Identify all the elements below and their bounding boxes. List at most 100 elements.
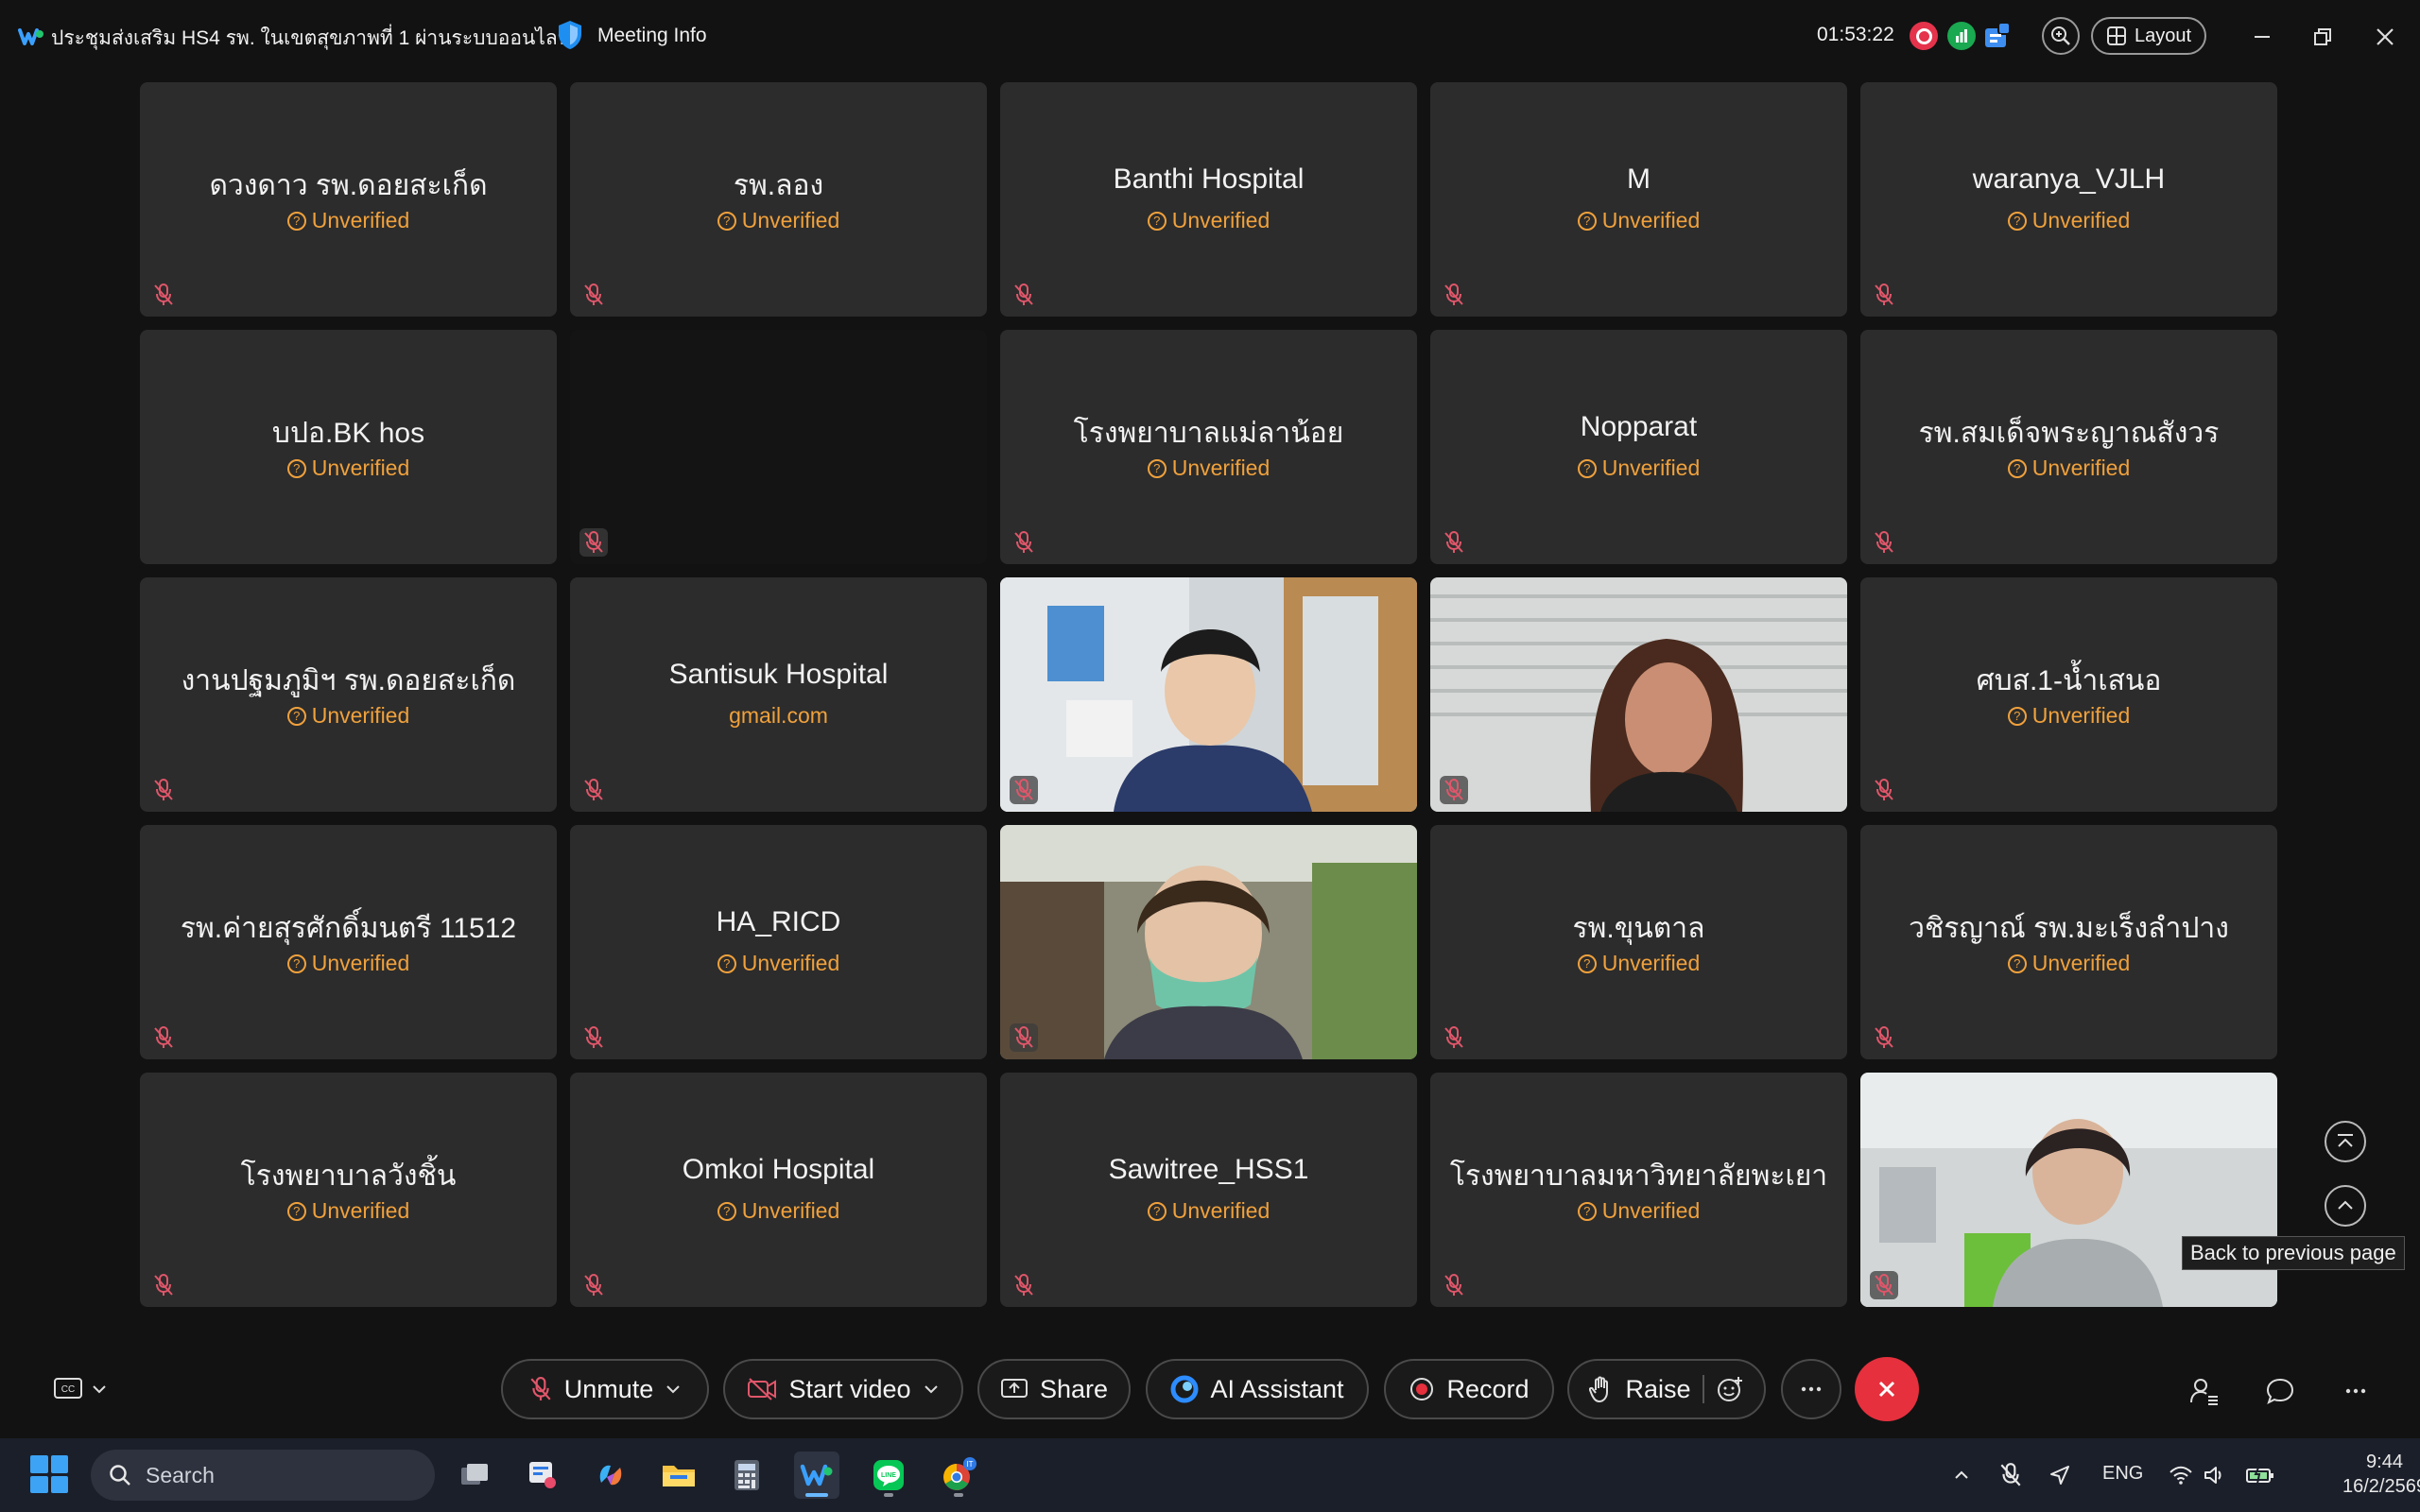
- network-health-icon[interactable]: [1947, 22, 1976, 50]
- participant-tile[interactable]: โรงพยาบาลแม่ลาน้อย ? Unverified: [1000, 330, 1417, 564]
- participant-tile[interactable]: Sawitree_HSS1 ? Unverified: [1000, 1073, 1417, 1307]
- ai-assistant-label: AI Assistant: [1210, 1374, 1344, 1403]
- unmute-button[interactable]: Unmute: [501, 1359, 709, 1419]
- divider: [1702, 1375, 1704, 1403]
- recording-indicator-icon[interactable]: [1910, 22, 1938, 50]
- question-icon: ?: [286, 458, 306, 478]
- participants-button[interactable]: [2187, 1374, 2221, 1408]
- ai-assistant-button[interactable]: AI Assistant: [1146, 1359, 1369, 1419]
- question-icon: ?: [286, 954, 306, 973]
- chat-button[interactable]: [2263, 1374, 2297, 1408]
- status-text: Unverified: [311, 1198, 410, 1223]
- zoom-icon[interactable]: [2042, 17, 2080, 55]
- chrome-icon[interactable]: IT: [936, 1452, 981, 1499]
- line-app-icon[interactable]: LINE: [866, 1452, 911, 1499]
- muted-mic-icon: [1870, 528, 1898, 557]
- layout-button[interactable]: Layout: [2091, 17, 2206, 55]
- share-button[interactable]: Share: [977, 1359, 1131, 1419]
- participant-tile[interactable]: วชิรญาณ์ รพ.มะเร็งลำปาง ? Unverified: [1860, 825, 2277, 1059]
- record-button[interactable]: Record: [1384, 1359, 1554, 1419]
- participant-video-tile[interactable]: [1430, 577, 1847, 812]
- participant-tile[interactable]: M ? Unverified: [1430, 82, 1847, 317]
- participant-status: ? Unverified: [570, 951, 987, 976]
- participant-tile[interactable]: waranya_VJLH ? Unverified: [1860, 82, 2277, 317]
- participant-name: รพ.สมเด็จพระญาณสังวร: [1918, 418, 2220, 449]
- running-indicator: [954, 1493, 963, 1497]
- question-icon: ?: [1147, 211, 1167, 231]
- more-panels-button[interactable]: [2339, 1374, 2373, 1408]
- status-text: Unverified: [2031, 951, 2131, 975]
- muted-mic-icon: [1010, 776, 1038, 804]
- captions-button[interactable]: CC: [53, 1372, 119, 1406]
- shield-icon[interactable]: [556, 19, 584, 51]
- previous-page-button[interactable]: [2325, 1185, 2366, 1227]
- participant-tile[interactable]: งานปฐมภูมิฯ รพ.ดอยสะเก็ด ? Unverified: [140, 577, 557, 812]
- layout-label: Layout: [2134, 25, 2192, 46]
- participant-tile[interactable]: Nopparat ? Unverified: [1430, 330, 1847, 564]
- participant-tile[interactable]: รพ.ขุนตาล ? Unverified: [1430, 825, 1847, 1059]
- share-screen-icon: [1000, 1379, 1028, 1398]
- muted-mic-icon: [1440, 776, 1468, 804]
- file-explorer-icon[interactable]: [656, 1452, 701, 1499]
- question-icon: ?: [1577, 211, 1597, 231]
- chevron-down-icon[interactable]: [665, 1381, 682, 1398]
- close-icon[interactable]: [2369, 21, 2401, 53]
- participant-tile[interactable]: โรงพยาบาลวังชิ้น ? Unverified: [140, 1073, 557, 1307]
- raise-hand-button[interactable]: Raise: [1567, 1359, 1766, 1419]
- clock[interactable]: 9:44 16/2/2569: [2342, 1450, 2420, 1499]
- participant-tile[interactable]: HA_RICD ? Unverified: [570, 825, 987, 1059]
- location-icon[interactable]: [2044, 1459, 2076, 1491]
- scroll-to-top-button[interactable]: [2325, 1121, 2366, 1162]
- volume-icon[interactable]: [2199, 1459, 2231, 1491]
- clock-time: 9:44: [2366, 1452, 2403, 1472]
- wifi-icon[interactable]: [2165, 1459, 2197, 1491]
- participant-video-tile[interactable]: [1000, 825, 1417, 1059]
- participant-tile-blank-video[interactable]: [570, 330, 987, 564]
- copilot-icon[interactable]: [588, 1452, 633, 1499]
- restore-icon[interactable]: [2307, 21, 2339, 53]
- participant-tile[interactable]: บปอ.BK hos ? Unverified: [140, 330, 557, 564]
- webex-taskbar-icon[interactable]: [794, 1452, 839, 1499]
- task-view-icon[interactable]: [452, 1452, 497, 1499]
- meeting-title: ประชุมส่งเสริม HS4 รพ. ในเขตสุขภาพที่ 1 …: [51, 27, 572, 49]
- participant-tile[interactable]: รพ.ค่ายสุรศักดิ์มนตรี 11512 ? Unverified: [140, 825, 557, 1059]
- start-video-button[interactable]: Start video: [723, 1359, 963, 1419]
- snipping-tool-icon[interactable]: [520, 1452, 565, 1499]
- participant-video-tile[interactable]: [1860, 1073, 2277, 1307]
- chevron-down-icon: [93, 1385, 106, 1394]
- participant-name: รพ.ลอง: [733, 170, 824, 201]
- participant-tile[interactable]: รพ.ลอง ? Unverified: [570, 82, 987, 317]
- mic-muted-tray-icon[interactable]: [1995, 1459, 2027, 1491]
- svg-text:LINE: LINE: [881, 1472, 896, 1479]
- meeting-info-link[interactable]: Meeting Info: [597, 25, 707, 47]
- battery-icon[interactable]: [2244, 1459, 2276, 1491]
- chevron-down-icon[interactable]: [923, 1381, 940, 1398]
- muted-mic-icon: [579, 1023, 608, 1052]
- participant-video: [1000, 825, 1417, 1059]
- more-options-button[interactable]: [1781, 1359, 1841, 1419]
- chevron-up-icon: [2338, 1200, 2353, 1210]
- participant-name: โรงพยาบาลแม่ลาน้อย: [1073, 418, 1344, 449]
- status-text: gmail.com: [729, 703, 828, 728]
- participant-video-tile[interactable]: [1000, 577, 1417, 812]
- tooltip: Back to previous page: [2182, 1236, 2405, 1270]
- participant-tile[interactable]: Omkoi Hospital ? Unverified: [570, 1073, 987, 1307]
- minimize-icon[interactable]: [2246, 21, 2278, 53]
- reactions-icon[interactable]: [1716, 1375, 1744, 1403]
- question-icon: ?: [2007, 706, 2027, 726]
- apps-icon[interactable]: [1983, 21, 2012, 51]
- participant-tile[interactable]: Santisuk Hospital gmail.com: [570, 577, 987, 812]
- participant-tile[interactable]: โรงพยาบาลมหาวิทยาลัยพะเยา ? Unverified: [1430, 1073, 1847, 1307]
- participant-tile[interactable]: ดวงดาว รพ.ดอยสะเก็ด ? Unverified: [140, 82, 557, 317]
- participant-tile[interactable]: รพ.สมเด็จพระญาณสังวร ? Unverified: [1860, 330, 2277, 564]
- input-language[interactable]: ENG: [2102, 1463, 2143, 1485]
- participant-tile[interactable]: ศบส.1-น้ำเสนอ ? Unverified: [1860, 577, 2277, 812]
- participant-tile[interactable]: Banthi Hospital ? Unverified: [1000, 82, 1417, 317]
- participant-name: โรงพยาบาลวังชิ้น: [240, 1160, 457, 1192]
- leave-meeting-button[interactable]: [1855, 1357, 1919, 1421]
- participant-status: ? Unverified: [1000, 208, 1417, 233]
- calculator-icon[interactable]: [724, 1452, 769, 1499]
- chevron-up-icon[interactable]: [1945, 1459, 1978, 1491]
- windows-start-icon[interactable]: [30, 1455, 68, 1493]
- taskbar-search[interactable]: Search: [91, 1450, 435, 1501]
